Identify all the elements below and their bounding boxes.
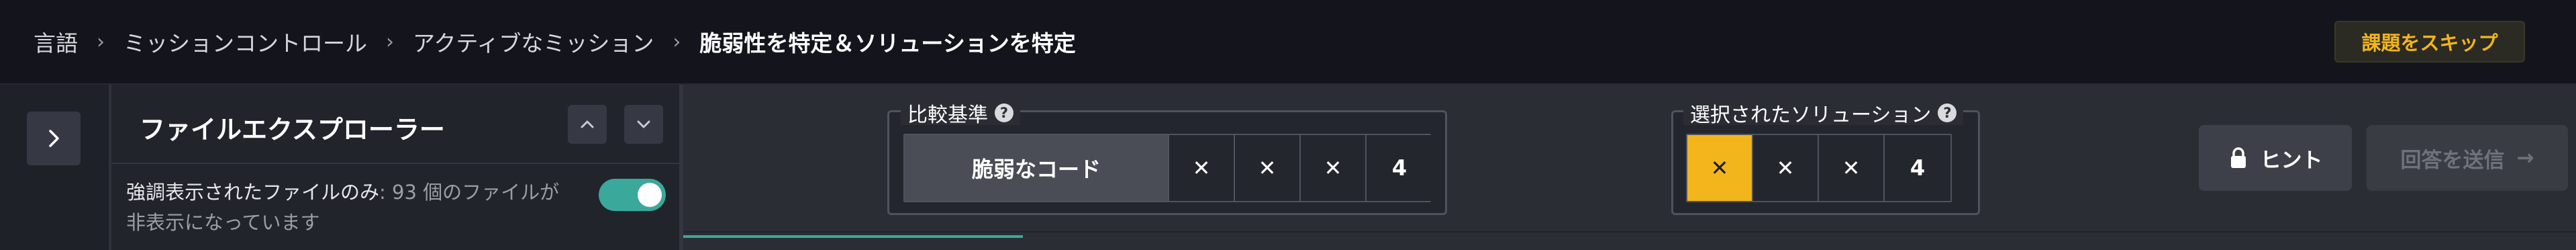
side-rail (0, 85, 111, 250)
submit-label: 回答を送信 (2400, 148, 2505, 173)
highlighted-only-toggle[interactable] (599, 179, 666, 211)
divider (111, 163, 679, 164)
selected-solution-legend-label: 選択されたソリューション (1690, 103, 1932, 127)
comparison-cell[interactable]: ✕ (1301, 135, 1367, 201)
expand-down-button[interactable] (624, 105, 663, 144)
hidden-file-count: : 93 個 (379, 181, 443, 204)
comparison-cell[interactable]: ✕ (1169, 135, 1235, 201)
active-tab-indicator (683, 235, 1023, 238)
help-icon[interactable]: ? (1938, 103, 1957, 122)
hint-label: ヒント (2260, 148, 2323, 173)
filter-highlight-word: 強調表示 (126, 181, 205, 204)
breadcrumb-item-language[interactable]: 言語 (34, 26, 78, 58)
chevron-right-icon: › (97, 30, 105, 54)
selected-solution-legend: 選択されたソリューション ? (1683, 101, 1964, 127)
vulnerable-code-cell[interactable]: 脆弱なコード (905, 135, 1169, 201)
chevron-right-icon: › (673, 30, 681, 54)
breadcrumb: 言語 › ミッションコントロール › アクティブなミッション › 脆弱性を特定＆… (34, 0, 1076, 83)
submit-answer-button[interactable]: 回答を送信 → (2367, 125, 2568, 191)
selected-solution-cell-count[interactable]: 4 (1885, 135, 1950, 201)
comparison-legend-label: 比較基準 (907, 103, 988, 127)
toggle-knob (638, 183, 662, 207)
comparison-cell[interactable]: ✕ (1235, 135, 1301, 201)
top-bar: 言語 › ミッションコントロール › アクティブなミッション › 脆弱性を特定＆… (0, 0, 2576, 85)
chevron-down-icon (637, 120, 650, 128)
lock-icon (2230, 147, 2246, 168)
breadcrumb-item-active-missions[interactable]: アクティブなミッション (413, 26, 654, 58)
chevron-right-icon (49, 130, 59, 147)
arrow-right-icon: → (2516, 146, 2534, 170)
selected-solution-cell-active[interactable]: ✕ (1687, 135, 1753, 201)
file-explorer-title: ファイルエクスプローラー (140, 115, 445, 144)
filter-text: されたファイルのみ (204, 181, 380, 204)
chevron-up-icon (581, 120, 594, 128)
selected-solution-cell[interactable]: ✕ (1819, 135, 1885, 201)
hint-button[interactable]: ヒント (2199, 125, 2352, 191)
chevron-right-icon: › (386, 30, 394, 54)
help-icon[interactable]: ? (995, 103, 1013, 122)
panel-divider (683, 231, 2576, 233)
expand-sidebar-button[interactable] (27, 112, 81, 165)
comparison-legend: 比較基準 ? (901, 101, 1020, 127)
file-explorer: ファイルエクスプローラー 強調表示されたファイルのみ: 93 個のファイルが非表… (111, 85, 683, 250)
comparison-cell-count[interactable]: 4 (1367, 135, 1432, 201)
breadcrumb-item-current: 脆弱性を特定＆ソリューションを特定 (699, 30, 1076, 56)
selected-solution-cell[interactable]: ✕ (1753, 135, 1819, 201)
skip-challenge-button[interactable]: 課題をスキップ (2334, 21, 2525, 62)
selected-cells: ✕ ✕ ✕ 4 (1687, 135, 1950, 201)
comparison-cells: 脆弱なコード ✕ ✕ ✕ 4 (905, 135, 1432, 201)
collapse-up-button[interactable] (568, 105, 607, 144)
highlighted-files-filter-label: 強調表示されたファイルのみ: 93 個のファイルが非表示になっています (126, 177, 569, 238)
breadcrumb-item-mission-control[interactable]: ミッションコントロール (123, 26, 367, 58)
